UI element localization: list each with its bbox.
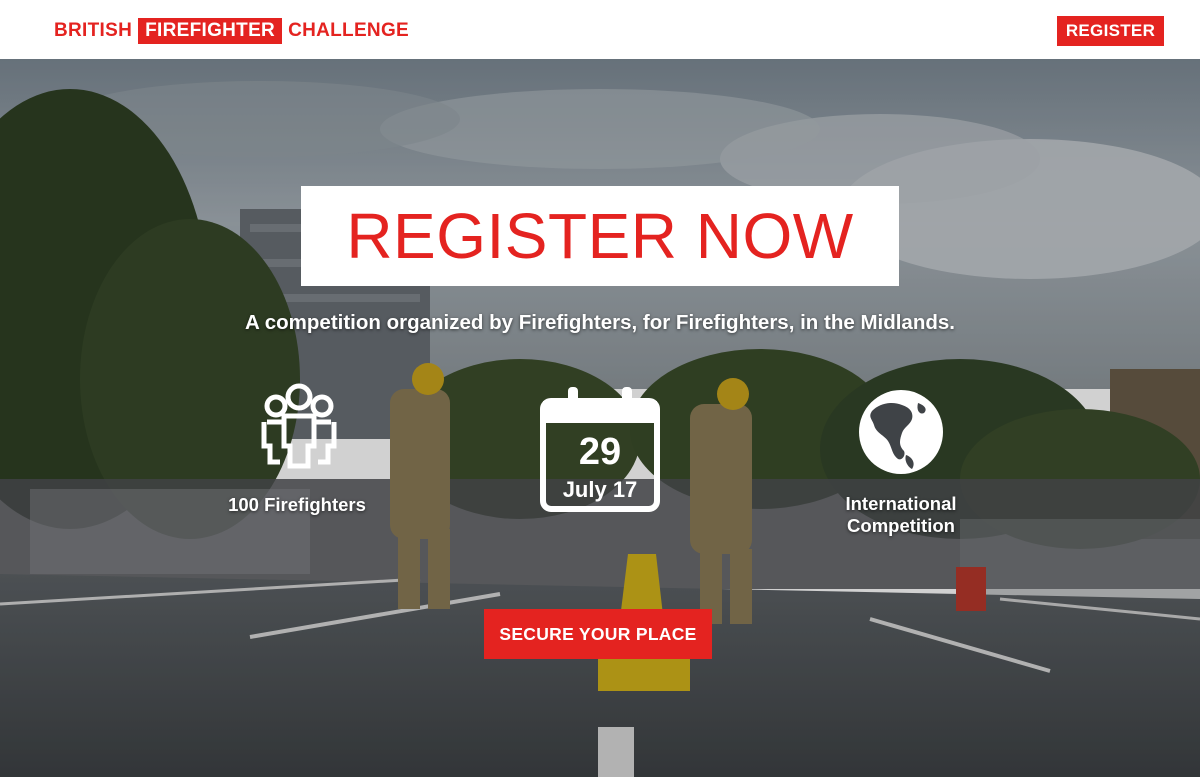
logo-text-challenge: CHALLENGE	[288, 20, 409, 41]
secure-your-place-button[interactable]: SECURE YOUR PLACE	[484, 609, 712, 659]
register-now-banner: REGISTER NOW	[301, 186, 899, 286]
hero-section: REGISTER NOW A competition organized by …	[0, 59, 1200, 777]
feature-international: International Competition	[826, 389, 976, 539]
hero-subtitle: A competition organized by Firefighters,…	[245, 311, 955, 334]
feature-international-line2: Competition	[847, 515, 955, 536]
hero-title: REGISTER NOW	[346, 200, 854, 272]
site-logo[interactable]: BRITISH FIREFIGHTER CHALLENGE	[54, 18, 409, 44]
feature-international-line1: International	[845, 493, 957, 514]
logo-text-british: BRITISH	[54, 20, 133, 41]
calendar-day: 29	[578, 431, 622, 473]
feature-firefighters-label: 100 Firefighters	[228, 494, 366, 515]
calendar-month: July 17	[562, 477, 638, 502]
feature-date: 29 July 17	[540, 385, 660, 515]
register-button[interactable]: REGISTER	[1057, 16, 1164, 46]
site-header: BRITISH FIREFIGHTER CHALLENGE REGISTER	[0, 0, 1200, 59]
feature-firefighters: 100 Firefighters	[222, 382, 372, 522]
globe-icon	[859, 390, 943, 474]
group-people-icon	[261, 383, 337, 469]
feature-international-label: International Competition	[826, 493, 976, 537]
logo-text-firefighter: FIREFIGHTER	[138, 18, 283, 44]
